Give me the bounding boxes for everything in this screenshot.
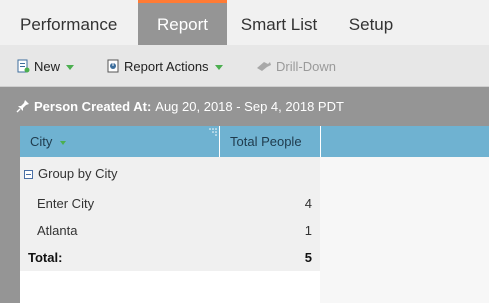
sort-caret-icon[interactable]	[60, 140, 67, 145]
filter-label: Person Created At:	[34, 98, 152, 114]
tab-performance[interactable]: Performance	[0, 0, 138, 45]
new-button-label: New	[34, 58, 61, 74]
city-cell: Atlanta	[37, 223, 78, 238]
toolbar: New Report Actions Drill-Down	[0, 45, 489, 87]
group-label: Group by City	[38, 166, 118, 181]
grid-header: City Total People	[20, 126, 489, 157]
new-document-icon	[17, 59, 30, 73]
column-header-city-label: City	[30, 134, 53, 149]
chevron-down-icon	[214, 64, 223, 70]
column-header-city[interactable]: City	[20, 126, 220, 157]
chevron-down-icon	[66, 64, 75, 70]
report-actions-label: Report Actions	[124, 58, 209, 74]
report-actions-icon	[107, 59, 119, 73]
filter-summary: Person Created At: Aug 20, 2018 - Sep 4,…	[16, 97, 344, 115]
column-header-total-people[interactable]: Total People	[221, 126, 321, 157]
total-value: 5	[304, 250, 312, 265]
city-cell: Enter City	[37, 196, 95, 211]
group-cell: Group by City	[24, 161, 117, 187]
table-row[interactable]: Enter City 4	[20, 191, 320, 217]
total-people-cell: 1	[304, 223, 312, 238]
total-row: Total: 5	[20, 245, 320, 271]
total-people-cell: 4	[304, 196, 312, 211]
table-row[interactable]: Atlanta 1	[20, 218, 320, 244]
collapse-icon[interactable]	[24, 169, 33, 179]
filter-value: Aug 20, 2018 - Sep 4, 2018 PDT	[155, 98, 344, 114]
resize-grip-icon[interactable]	[209, 128, 217, 136]
report-actions-button[interactable]: Report Actions	[106, 45, 223, 87]
drill-down-button[interactable]: Drill-Down	[256, 45, 336, 87]
tab-setup[interactable]: Setup	[331, 0, 411, 45]
report-grid: City Total People Group by City Enter Ci…	[20, 126, 489, 303]
grid-body: Group by City Enter City 4 Atlanta 1 Tot…	[20, 157, 320, 271]
group-row[interactable]: Group by City	[20, 161, 320, 187]
top-tab-bar: Performance Report Smart List Setup	[0, 0, 489, 45]
pin-icon	[16, 100, 29, 113]
drill-down-label: Drill-Down	[276, 58, 336, 74]
grid-footer-space	[20, 271, 320, 303]
drill-icon	[257, 62, 271, 71]
grid-empty-area	[320, 157, 489, 303]
tab-report[interactable]: Report	[138, 0, 227, 45]
tab-smart-list[interactable]: Smart List	[227, 0, 331, 45]
total-label: Total:	[28, 250, 63, 265]
new-button[interactable]: New	[16, 45, 75, 87]
